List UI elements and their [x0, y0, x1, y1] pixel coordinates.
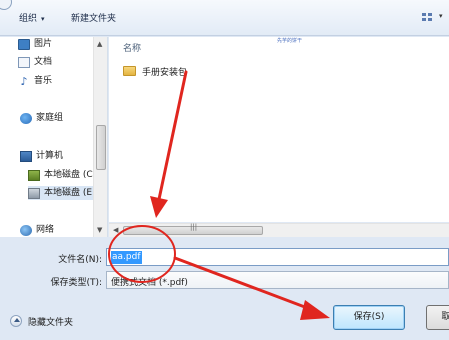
local-disk-c-icon: [28, 169, 40, 181]
scroll-down-icon[interactable]: ▼: [97, 226, 102, 234]
folder-icon: [123, 66, 136, 76]
music-icon: ♪: [20, 74, 28, 88]
filename-value: aa.pdf: [111, 251, 142, 264]
hscrollbar-thumb[interactable]: |||: [123, 223, 263, 235]
organize-label: 组织: [19, 14, 38, 24]
grip-icon: |||: [190, 223, 198, 231]
watermark: 先芋的饼干: [277, 38, 303, 44]
nav-item-computer[interactable]: 计算机: [20, 149, 63, 163]
local-disk-e-icon: [28, 187, 40, 199]
nav-item-network[interactable]: 网络: [20, 223, 54, 237]
view-grid-icon: [422, 13, 433, 23]
nav-item-label: 计算机: [36, 151, 64, 161]
nav-item-label: 本地磁盘 (E: [44, 188, 93, 198]
nav-item-homegroup[interactable]: 家庭组: [20, 111, 63, 125]
pictures-icon: [18, 38, 30, 50]
cancel-button[interactable]: 取: [426, 305, 449, 330]
organize-menu-button[interactable]: 组织 ▾: [19, 11, 45, 27]
nav-item-label: 家庭组: [36, 113, 64, 123]
scroll-up-icon[interactable]: ▲: [97, 40, 102, 48]
list-item[interactable]: 手册安装包: [123, 64, 187, 78]
nav-item-label: 网络: [36, 225, 55, 235]
scroll-left-icon[interactable]: ◀: [113, 226, 118, 234]
filetype-value: 便携式文档 (*.pdf): [111, 278, 188, 288]
back-button-fragment[interactable]: [0, 0, 12, 10]
nav-item-local-disk-e[interactable]: 本地磁盘 (E: [28, 186, 93, 200]
nav-scrollbar-thumb[interactable]: [96, 125, 106, 170]
nav-item-documents[interactable]: 文档: [18, 55, 52, 69]
nav-item-pictures[interactable]: 图片: [18, 37, 52, 51]
nav-item-label: 音乐: [34, 76, 53, 86]
new-folder-button[interactable]: 新建文件夹: [71, 11, 116, 27]
homegroup-icon: [20, 112, 32, 124]
filename-input[interactable]: aa.pdf: [106, 248, 449, 266]
column-header-name[interactable]: 名称: [123, 41, 141, 54]
hide-folders-label: 隐藏文件夹: [28, 317, 74, 328]
navigation-pane: 图片 文档 ♪ 音乐 家庭组 计算机 本地磁盘 (C 本地磁盘 (E 网络: [0, 37, 108, 237]
nav-item-local-disk-c[interactable]: 本地磁盘 (C: [28, 168, 93, 182]
nav-item-label: 文档: [34, 57, 53, 67]
chevron-down-icon: ▾: [41, 15, 45, 23]
nav-item-label: 图片: [34, 39, 53, 49]
hide-folders-button[interactable]: 隐藏文件夹: [10, 314, 73, 328]
computer-icon: [20, 150, 32, 162]
chevron-down-icon: ▾: [439, 12, 443, 20]
file-list-hscrollbar[interactable]: ◀ |||: [109, 223, 449, 237]
file-list-pane: 名称 先芋的饼干 手册安装包: [109, 37, 449, 222]
network-icon: [20, 224, 32, 236]
chevron-up-icon: [10, 315, 22, 327]
nav-scrollbar[interactable]: ▲ ▼: [93, 37, 107, 237]
view-options-button[interactable]: ▾: [416, 8, 449, 28]
nav-item-label: 本地磁盘 (C: [44, 170, 93, 180]
nav-item-music[interactable]: ♪ 音乐: [18, 74, 52, 88]
list-item-label: 手册安装包: [142, 67, 188, 78]
filetype-label: 保存类型(T):: [50, 278, 102, 288]
save-button[interactable]: 保存(S): [333, 305, 405, 330]
toolbar: 组织 ▾ 新建文件夹 ▾: [0, 0, 449, 36]
filetype-select[interactable]: 便携式文档 (*.pdf): [106, 271, 449, 289]
filename-label: 文件名(N):: [58, 255, 102, 265]
documents-icon: [18, 56, 30, 68]
